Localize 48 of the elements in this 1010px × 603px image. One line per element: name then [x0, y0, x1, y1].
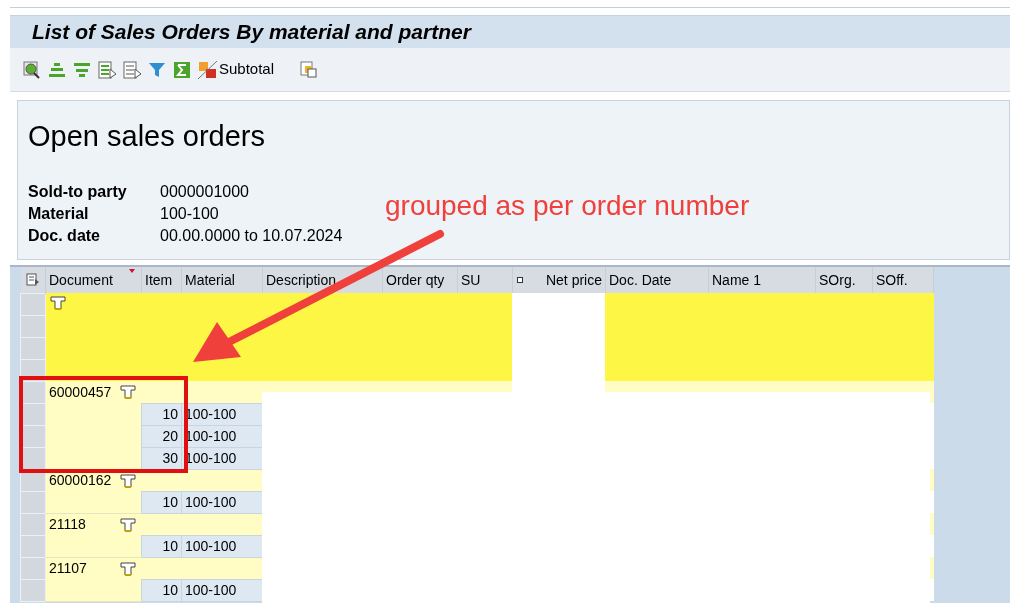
- sort-indicator-icon: [129, 269, 135, 273]
- table-cell: 10: [141, 535, 182, 557]
- report-title: Open sales orders: [28, 119, 266, 154]
- windows-button[interactable]: [299, 59, 320, 80]
- window-title: List of Sales Orders By material and partner: [32, 19, 471, 46]
- document-number: 60000162: [49, 471, 112, 490]
- table-cell: 10: [141, 579, 182, 601]
- document-number: 21107: [49, 559, 87, 578]
- column-header[interactable]: Item: [141, 267, 182, 293]
- column-header[interactable]: Name 1: [708, 267, 816, 293]
- subtotal-icon: [120, 385, 136, 399]
- document-number: 60000457: [49, 382, 112, 402]
- table-cell: 100-100: [181, 579, 263, 601]
- table-cell: 10: [141, 403, 182, 425]
- total-icon: [50, 296, 66, 310]
- table-cell: 10: [141, 491, 182, 513]
- layout-list-button[interactable]: [122, 59, 142, 80]
- subtotal-button[interactable]: Subtotal: [197, 58, 275, 81]
- column-header[interactable]: SOff.: [872, 267, 934, 293]
- column-header[interactable]: Doc. Date: [605, 267, 709, 293]
- column-header[interactable]: Material: [181, 267, 263, 293]
- details-button[interactable]: [22, 59, 42, 80]
- layout-menu-icon[interactable]: [25, 272, 40, 287]
- column-header[interactable]: Net price: [512, 267, 606, 293]
- field-value: 100-100: [160, 203, 219, 224]
- subtotal-icon: [120, 517, 136, 532]
- table-cell: 30: [141, 447, 182, 469]
- column-header[interactable]: SOrg.: [815, 267, 873, 293]
- table-cell: 100-100: [181, 403, 263, 425]
- field-label: Sold-to party: [28, 181, 128, 202]
- field-value: 00.00.0000 to 10.07.2024: [160, 225, 343, 246]
- column-header[interactable]: SU: [457, 267, 513, 293]
- table-cell: 100-100: [181, 535, 263, 557]
- column-header[interactable]: Document: [45, 267, 142, 293]
- field-value: 0000001000: [160, 181, 249, 202]
- table-cell: 100-100: [181, 491, 263, 513]
- table-cell: 20: [141, 425, 182, 447]
- sum-button[interactable]: [172, 59, 192, 80]
- annotation-text: grouped as per order number: [385, 189, 750, 223]
- field-label: Doc. date: [28, 225, 101, 246]
- subtotal-icon: [120, 561, 136, 576]
- sum-marker-icon: [517, 277, 523, 283]
- subtotal-icon: [120, 473, 136, 488]
- subtotal-icon: [197, 59, 219, 80]
- document-number: 21118: [49, 515, 86, 534]
- column-header[interactable]: Order qty: [382, 267, 458, 293]
- layout-list-button[interactable]: [97, 59, 117, 80]
- field-label: Material: [28, 203, 90, 224]
